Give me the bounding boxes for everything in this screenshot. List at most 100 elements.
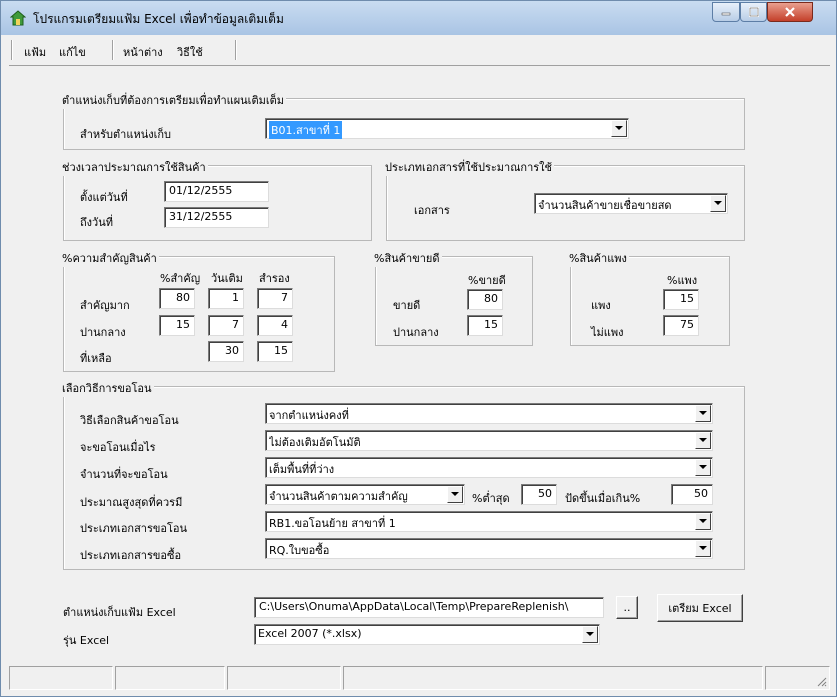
importance-mid-reserve-input[interactable]: 4 [257, 315, 293, 336]
status-panel [9, 666, 113, 690]
importance-row-label: ปานกลาง [80, 326, 126, 339]
chevron-down-icon [451, 492, 459, 496]
menu-edit[interactable]: แก้ไข [59, 43, 86, 61]
transfer-row-label: ประมาณสูงสุดที่ควรมี [80, 496, 183, 509]
importance-high-refill-input[interactable]: 1 [208, 288, 244, 309]
dropdown-arrow-button[interactable] [695, 540, 711, 557]
bestseller-group-legend: %สินค้าขายดี [372, 249, 442, 267]
chevron-down-icon [586, 632, 594, 636]
chevron-down-icon [699, 411, 707, 415]
location-label: สำหรับตำแหน่งเก็บ [80, 128, 171, 141]
expensive-low-input[interactable]: 75 [663, 315, 699, 336]
excel-path-label: ตำแหน่งเก็บแฟ้ม Excel [63, 606, 176, 619]
bestseller-row-label: ขายดี [393, 299, 421, 312]
transfer-row-label: จะขอโอนเมื่อไร [80, 441, 156, 454]
importance-header-pct: %สำคัญ [160, 272, 201, 285]
importance-high-reserve-input[interactable]: 7 [257, 288, 293, 309]
to-date-label: ถึงวันที่ [80, 216, 113, 229]
expensive-row-label: แพง [591, 299, 611, 312]
dropdown-arrow-button[interactable] [710, 195, 726, 212]
importance-row-label: ที่เหลือ [80, 352, 112, 365]
transfer-when-select[interactable]: ไม่ต้องเติมอัตโนมัติ [265, 430, 713, 451]
menu-window[interactable]: หน้าต่าง [123, 43, 163, 61]
dropdown-arrow-button[interactable] [695, 459, 711, 476]
importance-group-legend: %ความสำคัญสินค้า [60, 249, 159, 267]
browse-button[interactable]: .. [616, 596, 638, 619]
chevron-down-icon [699, 438, 707, 442]
app-house-icon [10, 10, 26, 26]
bestseller-mid-input[interactable]: 15 [467, 315, 503, 336]
dropdown-arrow-button[interactable] [695, 405, 711, 422]
transfer-quantity-value: เต็มพื้นที่ที่ว่าง [269, 463, 335, 476]
transfer-doctype-value: RB1.ขอโอนย้าย สาขาที่ 1 [269, 517, 396, 530]
chevron-down-icon [615, 126, 623, 130]
min-pct-input[interactable]: 50 [521, 484, 557, 505]
purchase-doctype-select[interactable]: RQ.ใบขอซื้อ [265, 538, 713, 559]
transfer-method-value: จากตำแหน่งคงที่ [269, 409, 349, 422]
expensive-row-label: ไม่แพง [591, 326, 624, 339]
location-select[interactable]: B01.สาขาที่ 1 [265, 118, 629, 139]
importance-rest-refill-input[interactable]: 30 [208, 341, 244, 362]
importance-high-pct-input[interactable]: 80 [159, 288, 195, 309]
prepare-excel-button[interactable]: เตรียม Excel [657, 594, 743, 622]
chevron-down-icon [699, 519, 707, 523]
bestseller-high-input[interactable]: 80 [467, 289, 503, 310]
importance-mid-refill-input[interactable]: 7 [208, 315, 244, 336]
menu-file[interactable]: แฟ้ม [24, 43, 46, 61]
resize-grip-icon[interactable] [815, 675, 827, 687]
period-group-legend: ช่วงเวลาประมาณการใช้สินค้า [60, 158, 208, 176]
transfer-when-value: ไม่ต้องเติมอัตโนมัติ [269, 436, 361, 449]
doctype-select[interactable]: จำนวนสินค้าขายเชื่อขายสด [534, 193, 728, 214]
close-button[interactable] [767, 2, 813, 22]
dropdown-arrow-button[interactable] [695, 432, 711, 449]
location-value: B01.สาขาที่ 1 [269, 121, 343, 139]
window-title: โปรแกรมเตรียมแฟ้ม Excel เพื่อทำข้อมูลเติ… [33, 12, 284, 26]
doctype-label: เอกสาร [414, 204, 450, 217]
minimize-icon [721, 12, 731, 16]
maximize-button[interactable] [740, 2, 767, 22]
excel-version-select[interactable]: Excel 2007 (*.xlsx) [254, 624, 600, 645]
expensive-high-input[interactable]: 15 [663, 289, 699, 310]
transfer-row-label: ประเภทเอกสารขอโอน [80, 522, 188, 535]
roundup-input[interactable]: 50 [671, 484, 713, 505]
transfer-max-value: จำนวนสินค้าตามความสำคัญ [269, 490, 408, 503]
maximize-icon [748, 7, 759, 17]
dropdown-arrow-button[interactable] [695, 513, 711, 530]
min-pct-label: %ต่ำสุด [472, 492, 510, 505]
importance-mid-pct-input[interactable]: 15 [159, 315, 195, 336]
transfer-max-select[interactable]: จำนวนสินค้าตามความสำคัญ [265, 484, 465, 505]
importance-row-label: สำคัญมาก [80, 299, 130, 312]
status-panel [343, 666, 763, 690]
status-bar [9, 666, 830, 690]
location-group-legend: ตำแหน่งเก็บที่ต้องการเตรียมเพื่อทำแผนเติ… [60, 91, 286, 109]
from-date-label: ตั้งแต่วันที่ [80, 191, 128, 204]
menu-grip [11, 40, 13, 60]
app-window: โปรแกรมเตรียมแฟ้ม Excel เพื่อทำข้อมูลเติ… [0, 0, 837, 697]
title-bar: โปรแกรมเตรียมแฟ้ม Excel เพื่อทำข้อมูลเติ… [1, 1, 836, 35]
doctype-value: จำนวนสินค้าขายเชื่อขายสด [538, 199, 672, 212]
transfer-row-label: วิธีเลือกสินค้าขอโอน [80, 414, 179, 427]
dropdown-arrow-button[interactable] [447, 486, 463, 503]
excel-version-value: Excel 2007 (*.xlsx) [258, 627, 362, 640]
transfer-quantity-select[interactable]: เต็มพื้นที่ที่ว่าง [265, 457, 713, 478]
chevron-down-icon [699, 546, 707, 550]
transfer-row-label: ประเภทเอกสารขอซื้อ [80, 549, 182, 562]
excel-version-label: รุ่น Excel [63, 634, 110, 647]
to-date-input[interactable]: 31/12/2555 [164, 207, 269, 228]
minimize-button[interactable] [712, 2, 740, 22]
status-panel [227, 666, 341, 690]
expensive-header: %แพง [667, 274, 698, 287]
importance-rest-reserve-input[interactable]: 15 [257, 341, 293, 362]
from-date-input[interactable]: 01/12/2555 [164, 181, 269, 202]
transfer-group-legend: เลือกวิธีการขอโอน [60, 379, 154, 397]
menu-help[interactable]: วิธีใช้ [177, 43, 203, 61]
chevron-down-icon [699, 465, 707, 469]
dropdown-arrow-button[interactable] [582, 626, 598, 643]
transfer-doctype-select[interactable]: RB1.ขอโอนย้าย สาขาที่ 1 [265, 511, 713, 532]
transfer-row-label: จำนวนที่จะขอโอน [80, 468, 168, 481]
purchase-doctype-value: RQ.ใบขอซื้อ [269, 544, 330, 557]
expensive-group-legend: %สินค้าแพง [567, 249, 629, 267]
transfer-method-select[interactable]: จากตำแหน่งคงที่ [265, 403, 713, 424]
dropdown-arrow-button[interactable] [611, 120, 627, 137]
excel-path-input[interactable]: C:\Users\Onuma\AppData\Local\Temp\Prepar… [254, 597, 604, 618]
